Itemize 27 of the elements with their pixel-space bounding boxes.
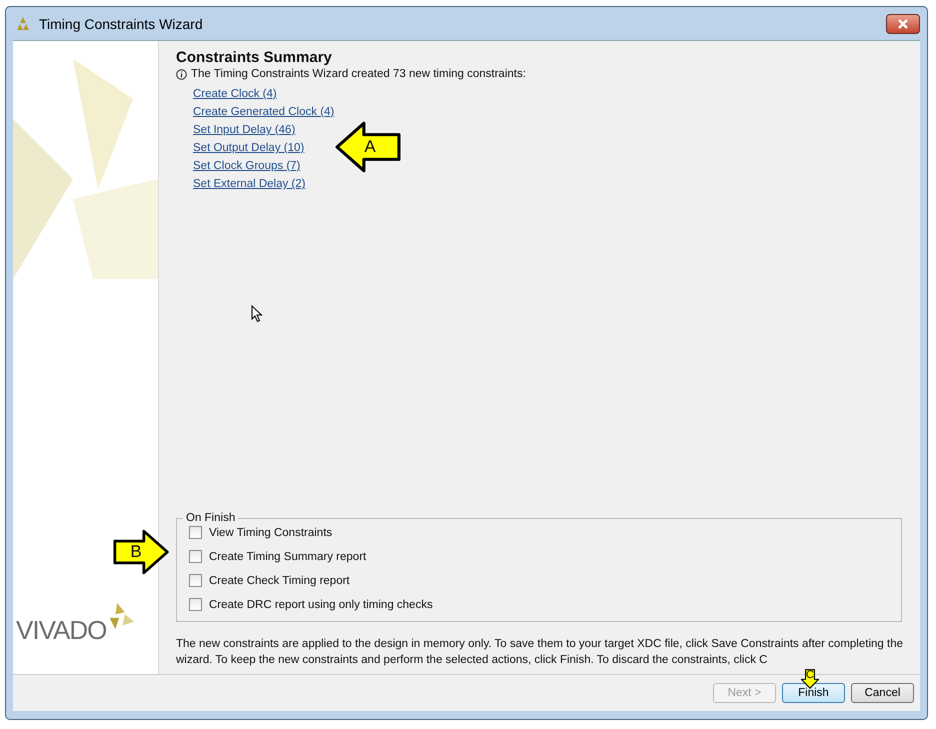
vivado-logo: VIVADO — [16, 615, 106, 646]
checkbox[interactable] — [189, 598, 202, 611]
mouse-pointer-icon — [251, 305, 263, 323]
dialog-button[interactable]: Cancel — [851, 683, 914, 703]
close-button[interactable] — [886, 14, 920, 34]
summary-heading: Constraints Summary — [176, 49, 333, 66]
checkbox[interactable] — [189, 526, 202, 539]
constraint-link[interactable]: Set Input Delay (46) — [193, 124, 296, 136]
constraint-link[interactable]: Set Clock Groups (7) — [193, 160, 300, 172]
option-label: Create Check Timing report — [209, 574, 350, 586]
info-text: The Timing Constraints Wizard created 73 new timing constraints: — [191, 68, 526, 80]
window-title: Timing Constraints Wizard — [39, 16, 203, 32]
callout-arrow: A — [335, 121, 401, 173]
checkbox[interactable] — [189, 574, 202, 587]
constraint-link[interactable]: Set External Delay (2) — [193, 178, 306, 190]
option-label: Create DRC report using only timing checks — [209, 598, 433, 610]
dialog-button[interactable]: Finish — [782, 683, 845, 703]
close-icon — [897, 18, 909, 28]
group-legend: On Finish — [183, 512, 238, 524]
info-icon — [176, 68, 187, 80]
option-label: View Timing Constraints — [209, 526, 332, 538]
instruction-text: The new constraints are applied to the design in memory only. To save them to your target XDC file, click Save Constraints after completing the wizard. To keep the new constraints and perform the selected actions, click Finish. To discard the constraints, click C — [176, 637, 904, 668]
checkbox[interactable] — [189, 550, 202, 563]
constraint-link[interactable]: Set Output Delay (10) — [193, 142, 304, 154]
constraint-link[interactable]: Create Generated Clock (4) — [193, 106, 334, 118]
constraint-link[interactable]: Create Clock (4) — [193, 88, 277, 100]
option-label: Create Timing Summary report — [209, 550, 366, 562]
